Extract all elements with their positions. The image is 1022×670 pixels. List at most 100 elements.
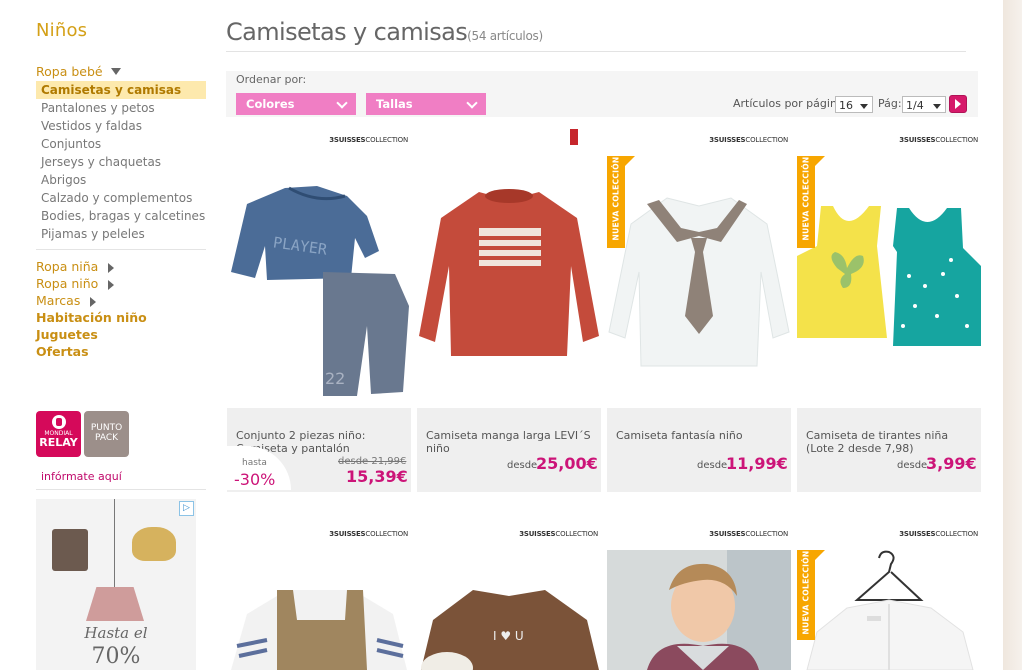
new-collection-badge: NUEVA COLECCIÓN bbox=[797, 550, 825, 640]
brand-logo: 3SUISSESCOLLECTION bbox=[899, 136, 978, 144]
product-image[interactable] bbox=[797, 156, 981, 408]
product-info: Camiseta manga larga LEVI´S niño desde 2… bbox=[417, 408, 601, 492]
chevron-down-icon bbox=[336, 97, 348, 109]
product-name[interactable]: Camiseta fantasía niño bbox=[616, 429, 786, 442]
subcategory-abrigos[interactable]: Abrigos bbox=[36, 171, 206, 189]
product-card[interactable]: Camiseta manga larga LEVI´S niño desde 2… bbox=[417, 126, 601, 492]
nav-divider bbox=[36, 249, 206, 250]
product-price: 3,99€ bbox=[926, 454, 977, 473]
new-collection-badge: NUEVA COLECCIÓN bbox=[607, 156, 635, 248]
product-image[interactable] bbox=[227, 550, 411, 670]
subcategory-vestidos[interactable]: Vestidos y faldas bbox=[36, 117, 206, 135]
nav-group-ropa-bebe[interactable]: Ropa bebé bbox=[36, 63, 206, 80]
category-juguetes[interactable]: Juguetes bbox=[36, 326, 206, 343]
product-card[interactable]: 3SUISSESCOLLECTION NUEVA COLECCIÓN Camis… bbox=[797, 126, 981, 492]
baby-outfit-image: PLAYER 22 bbox=[231, 186, 409, 396]
section-title: Niños bbox=[36, 20, 88, 41]
product-image[interactable] bbox=[417, 156, 601, 408]
product-price: 15,39€ bbox=[346, 467, 408, 486]
old-price: desde 21,99€ bbox=[338, 456, 407, 467]
per-page-select[interactable]: 16 bbox=[835, 96, 873, 113]
sizes-label: Tallas bbox=[376, 97, 413, 111]
card-header bbox=[417, 126, 601, 156]
triangle-right-icon bbox=[90, 296, 97, 307]
product-name[interactable]: Camiseta manga larga LEVI´S niño bbox=[426, 429, 596, 455]
triangle-down-icon bbox=[111, 68, 121, 75]
category-habitacion[interactable]: Habitación niño bbox=[36, 309, 206, 326]
category-nav: Ropa bebé Camisetas y camisas Pantalones… bbox=[36, 63, 206, 360]
page-label: Pág: bbox=[878, 97, 902, 110]
brown-tshirt-image: I ♥ U bbox=[421, 590, 599, 670]
product-card[interactable]: 3SUISSESCOLLECTION bbox=[607, 520, 791, 670]
relay-logos[interactable]: MONDIAL RELAY PUNTO PACK bbox=[36, 411, 130, 457]
price-from-label: desde bbox=[507, 460, 538, 471]
product-info: Camiseta fantasía niño desde 11,99€ bbox=[607, 408, 791, 492]
new-collection-badge: NUEVA COLECCIÓN bbox=[797, 156, 825, 248]
levis-logo bbox=[570, 129, 578, 145]
product-card[interactable]: 3SUISSESCOLLECTION I ♥ U bbox=[417, 520, 601, 670]
svg-text:22: 22 bbox=[325, 369, 345, 388]
product-card[interactable]: 3SUISSESCOLLECTION PLAYER 22 Conjunto 2 … bbox=[227, 126, 411, 492]
product-price: 11,99€ bbox=[726, 454, 788, 473]
subcategory-jerseys[interactable]: Jerseys y chaquetas bbox=[36, 153, 206, 171]
colors-dropdown[interactable]: Colores bbox=[236, 93, 356, 115]
category-ropa-nino[interactable]: Ropa niño bbox=[36, 275, 206, 292]
info-link[interactable]: infórmate aquí bbox=[41, 470, 122, 483]
product-image[interactable] bbox=[797, 550, 981, 670]
category-ropa-nina[interactable]: Ropa niña bbox=[36, 258, 206, 275]
adchoices-icon[interactable]: ▷ bbox=[179, 501, 194, 516]
product-info: Conjunto 2 piezas niño: Camiseta y panta… bbox=[227, 408, 411, 492]
mondial-relay-logo: MONDIAL RELAY bbox=[36, 411, 81, 457]
white-tshirt-image bbox=[608, 197, 790, 367]
card-header: 3SUISSESCOLLECTION bbox=[227, 126, 411, 156]
price-from-label: desde bbox=[897, 460, 928, 471]
subcategory-camisetas[interactable]: Camisetas y camisas bbox=[36, 81, 206, 99]
per-page-label: Artículos por página: bbox=[733, 97, 848, 110]
page-select[interactable]: 1/4 bbox=[902, 96, 946, 113]
category-label: Ropa niño bbox=[36, 276, 99, 291]
product-name[interactable]: Camiseta de tirantes niña (Lote 2 desde … bbox=[806, 429, 976, 455]
brand-logo: 3SUISSESCOLLECTION bbox=[709, 136, 788, 144]
ad-text-percent: 70% bbox=[91, 644, 141, 669]
product-image[interactable]: PLAYER 22 bbox=[227, 156, 411, 408]
relay-relay-text: RELAY bbox=[39, 436, 78, 449]
select-arrow-icon bbox=[860, 104, 868, 109]
product-card[interactable]: 3SUISSESCOLLECTION NUEVA COLECCIÓN Camis… bbox=[607, 126, 791, 492]
page-edge bbox=[1003, 0, 1022, 670]
product-info: Camiseta de tirantes niña (Lote 2 desde … bbox=[797, 408, 981, 492]
next-page-button[interactable] bbox=[949, 95, 967, 113]
ad-banner[interactable]: ▷ Hasta el 70% bbox=[36, 499, 196, 670]
category-ofertas[interactable]: Ofertas bbox=[36, 343, 206, 360]
subcategory-bodies[interactable]: Bodies, bragas y calcetines bbox=[36, 207, 206, 225]
product-price: 25,00€ bbox=[536, 454, 598, 473]
punto-pack-logo: PUNTO PACK bbox=[84, 411, 129, 457]
boy-photo-image bbox=[607, 550, 791, 670]
card-header: 3SUISSESCOLLECTION bbox=[607, 520, 791, 550]
product-card[interactable]: 3SUISSESCOLLECTION bbox=[227, 520, 411, 670]
product-card[interactable]: 3SUISSESCOLLECTION NUEVA COLECCIÓN bbox=[797, 520, 981, 670]
ad-text-hasta: Hasta el bbox=[84, 624, 148, 642]
subcategory-pijamas[interactable]: Pijamas y peleles bbox=[36, 225, 206, 243]
product-image[interactable] bbox=[607, 550, 791, 670]
page-value: 1/4 bbox=[906, 99, 924, 112]
product-image[interactable] bbox=[607, 156, 791, 408]
red-tshirt-image bbox=[419, 189, 599, 356]
brand-logo: 3SUISSESCOLLECTION bbox=[329, 530, 408, 538]
subcategory-conjuntos[interactable]: Conjuntos bbox=[36, 135, 206, 153]
sizes-dropdown[interactable]: Tallas bbox=[366, 93, 486, 115]
punto-text: PUNTO bbox=[90, 423, 123, 433]
subcategory-calzado[interactable]: Calzado y complementos bbox=[36, 189, 206, 207]
discount-value: -30% bbox=[234, 470, 276, 489]
price-from-label: desde bbox=[697, 460, 728, 471]
svg-text:I ♥ U: I ♥ U bbox=[493, 629, 524, 643]
card-header: 3SUISSESCOLLECTION bbox=[607, 126, 791, 156]
category-marcas[interactable]: Marcas bbox=[36, 292, 206, 309]
product-image[interactable]: I ♥ U bbox=[417, 550, 601, 670]
item-count: (54 artículos) bbox=[467, 29, 543, 43]
pack-text: PACK bbox=[94, 433, 119, 443]
category-label: Ropa niña bbox=[36, 259, 99, 274]
relay-icon bbox=[51, 415, 66, 429]
overalls-image bbox=[231, 590, 407, 670]
chevron-down-icon bbox=[466, 97, 478, 109]
subcategory-pantalones[interactable]: Pantalones y petos bbox=[36, 99, 206, 117]
